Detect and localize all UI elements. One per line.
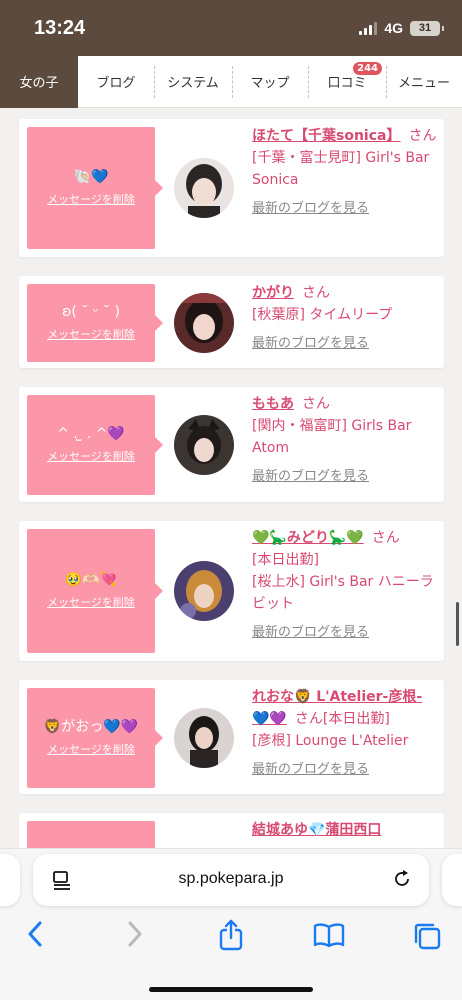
tab-menu[interactable]: メニュー — [386, 56, 462, 108]
honorific: さん — [408, 128, 437, 144]
status-bar: 13:24 4G 31 — [0, 0, 462, 56]
tab-label: 口コミ — [327, 76, 367, 91]
girl-name-link[interactable]: 💚🦕みどり🦕💚 — [252, 530, 364, 546]
tab-reviews[interactable]: 口コミ 244 — [308, 56, 386, 108]
delete-message-link[interactable]: メッセージを削除 — [47, 594, 135, 610]
girl-info: 結城あゆ💎蒲田西口 — [252, 819, 438, 841]
message-box: 🦁がおっ💙💜 メッセージを削除 — [27, 688, 163, 788]
browser-toolbar: sp.pokepara.jp — [0, 848, 462, 1000]
share-icon[interactable] — [218, 919, 244, 955]
delete-message-link[interactable]: メッセージを削除 — [47, 191, 135, 207]
latest-blog-link[interactable]: 最新のブログを見る — [252, 621, 438, 640]
message-box: 🐚💙 メッセージを削除 — [27, 127, 163, 249]
reload-icon[interactable] — [391, 868, 413, 894]
back-icon[interactable] — [24, 919, 46, 953]
shop-info: [本日出勤] — [252, 552, 319, 568]
status-indicators: 4G 31 — [359, 20, 444, 36]
honorific: さん — [302, 285, 330, 301]
latest-blog-link[interactable]: 最新のブログを見る — [252, 197, 438, 216]
list-item: 🥹🫶🏻💘 メッセージを削除 💚🦕みどり🦕💚 さん [本日出勤] [桜上水] Gir… — [19, 521, 444, 661]
previous-tab-pill[interactable] — [0, 854, 20, 906]
message-text: 🥹🫶🏻💘 — [64, 571, 118, 588]
shop-info: [彦根] Lounge L'Atelier — [252, 733, 409, 749]
tab-label: マップ — [250, 76, 290, 91]
list-item: ^ . ̫ . ^💜 メッセージを削除 ももあ さん [関内・福富町] Girls… — [19, 387, 444, 502]
honorific: さん — [371, 530, 400, 546]
girl-info: れおな🦁 L'Atelier-彦根-💙💜 さん[本日出勤] [彦根] Lounge… — [252, 686, 438, 777]
message-text: 🐚💙 — [73, 168, 109, 185]
avatar[interactable] — [174, 415, 234, 475]
address-bar[interactable]: sp.pokepara.jp — [33, 854, 429, 906]
message-text: ʚ( ˘ ᵕ ˘ ) — [62, 303, 120, 320]
tab-label: メニュー — [397, 76, 450, 91]
honorific: さん[本日出勤] — [294, 711, 390, 727]
network-label: 4G — [384, 20, 403, 36]
message-text: ^ . ̫ . ^💜 — [57, 425, 125, 442]
girl-name-link[interactable]: 結城あゆ💎蒲田西口 — [252, 822, 381, 838]
tab-label: 女の子 — [19, 76, 59, 91]
list-item: 🐚💙 メッセージを削除 ほたて【千葉sonica】 さん [千葉・富士見町] Gi… — [19, 119, 444, 257]
avatar[interactable] — [174, 293, 234, 353]
tab-system[interactable]: システム — [154, 56, 232, 108]
message-box: ʚ( ˘ ᵕ ˘ ) メッセージを削除 — [27, 284, 163, 362]
battery-icon: 31 — [410, 20, 444, 36]
favorite-girls-list: 🐚💙 メッセージを削除 ほたて【千葉sonica】 さん [千葉・富士見町] Gi… — [0, 108, 462, 848]
delete-message-link[interactable]: メッセージを削除 — [47, 448, 135, 464]
reviews-count-badge: 244 — [353, 61, 382, 75]
delete-message-link[interactable]: メッセージを削除 — [47, 741, 135, 757]
list-item: 結城あゆ💎蒲田西口 — [19, 813, 444, 848]
scroll-indicator[interactable] — [456, 602, 459, 646]
girl-info: かがり さん [秋葉原] タイムリープ 最新のブログを見る — [252, 282, 438, 351]
status-time: 13:24 — [34, 17, 86, 39]
list-item: 🦁がおっ💙💜 メッセージを削除 れおな🦁 L'Atelier-彦根-💙💜 さん[本… — [19, 680, 444, 794]
url-text: sp.pokepara.jp — [178, 870, 284, 887]
home-indicator — [149, 987, 313, 992]
avatar[interactable] — [174, 708, 234, 768]
avatar[interactable] — [174, 158, 234, 218]
tab-label: システム — [167, 76, 219, 91]
shop-info: [千葉・富士見町] Girl's Bar Sonica — [252, 150, 430, 188]
message-box: 🥹🫶🏻💘 メッセージを削除 — [27, 529, 163, 653]
girl-name-link[interactable]: ももあ — [252, 396, 294, 412]
message-text: 🦁がおっ💙💜 — [43, 718, 139, 735]
top-nav: 女の子 ブログ システム マップ 口コミ 244 メニュー — [0, 55, 462, 108]
next-tab-pill[interactable] — [442, 854, 462, 906]
latest-blog-link[interactable]: 最新のブログを見る — [252, 758, 438, 777]
honorific: さん — [302, 396, 330, 412]
girl-info: 💚🦕みどり🦕💚 さん [本日出勤] [桜上水] Girl's Bar ハニーラビッ… — [252, 527, 438, 640]
tab-girls[interactable]: 女の子 — [0, 55, 78, 108]
girl-info: ももあ さん [関内・福富町] Girls Bar Atom 最新のブログを見る — [252, 393, 438, 484]
tab-blog[interactable]: ブログ — [78, 56, 154, 108]
forward-icon[interactable] — [124, 919, 146, 953]
list-item: ʚ( ˘ ᵕ ˘ ) メッセージを削除 かがり さん [秋葉原] タイムリープ 最… — [19, 276, 444, 368]
tab-map[interactable]: マップ — [232, 56, 308, 108]
shop-info: [桜上水] Girl's Bar ハニーラビット — [252, 574, 434, 612]
message-box: ^ . ̫ . ^💜 メッセージを削除 — [27, 395, 163, 495]
delete-message-link[interactable]: メッセージを削除 — [47, 326, 135, 342]
girl-info: ほたて【千葉sonica】 さん [千葉・富士見町] Girl's Bar Son… — [252, 125, 438, 216]
avatar[interactable] — [174, 561, 234, 621]
shop-info: [関内・福富町] Girls Bar Atom — [252, 418, 412, 456]
signal-icon — [359, 21, 378, 35]
message-box — [27, 821, 155, 848]
girl-name-link[interactable]: かがり — [252, 285, 294, 301]
tab-label: ブログ — [96, 76, 136, 91]
shop-info: [秋葉原] タイムリープ — [252, 307, 393, 323]
latest-blog-link[interactable]: 最新のブログを見る — [252, 332, 438, 351]
bookmarks-icon[interactable] — [313, 922, 345, 952]
latest-blog-link[interactable]: 最新のブログを見る — [252, 465, 438, 484]
tabs-icon[interactable] — [412, 921, 442, 955]
girl-name-link[interactable]: ほたて【千葉sonica】 — [252, 128, 400, 144]
